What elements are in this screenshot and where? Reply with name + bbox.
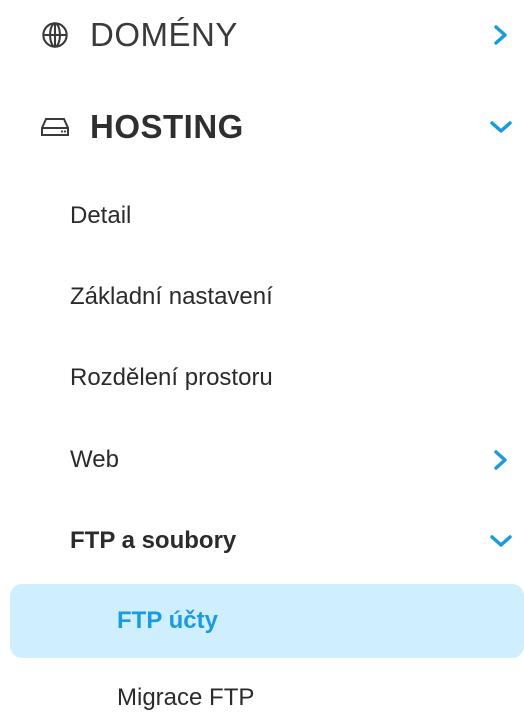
chevron-right-icon [488, 22, 514, 48]
globe-icon [38, 18, 72, 52]
nav-item-detail[interactable]: Detail [0, 194, 524, 238]
nav-item-label: FTP a soubory [70, 527, 237, 554]
nav-item-label: Základní nastavení [70, 283, 273, 310]
chevron-down-icon [488, 114, 514, 140]
nav-item-label: FTP účty [117, 607, 218, 634]
hard-drive-icon [38, 110, 72, 144]
nav-item-web[interactable]: Web [0, 438, 524, 482]
nav-item-zakladni-nastaveni[interactable]: Základní nastavení [0, 275, 524, 319]
nav-section-hosting[interactable]: HOSTING [0, 102, 524, 152]
nav-item-rozdeleni-prostoru[interactable]: Rozdělení prostoru [0, 356, 524, 400]
nav-item-label: Migrace FTP [117, 684, 255, 711]
nav-section-domeny[interactable]: DOMÉNY [0, 10, 524, 60]
chevron-down-icon [488, 528, 514, 554]
chevron-right-icon [488, 447, 514, 473]
nav-item-label: Detail [70, 202, 132, 229]
nav-item-ftp-a-soubory[interactable]: FTP a soubory [0, 519, 524, 563]
nav-item-label: Rozdělení prostoru [70, 364, 273, 391]
nav-item-migrace-ftp[interactable]: Migrace FTP [0, 672, 524, 724]
nav-section-label: HOSTING [90, 108, 244, 145]
nav-item-label: Web [70, 446, 119, 473]
nav-section-label: DOMÉNY [90, 16, 238, 53]
nav-item-ftp-ucty[interactable]: FTP účty [10, 584, 524, 658]
sidebar-nav: DOMÉNY HOSTING Detail Základní nastavení… [0, 0, 524, 715]
